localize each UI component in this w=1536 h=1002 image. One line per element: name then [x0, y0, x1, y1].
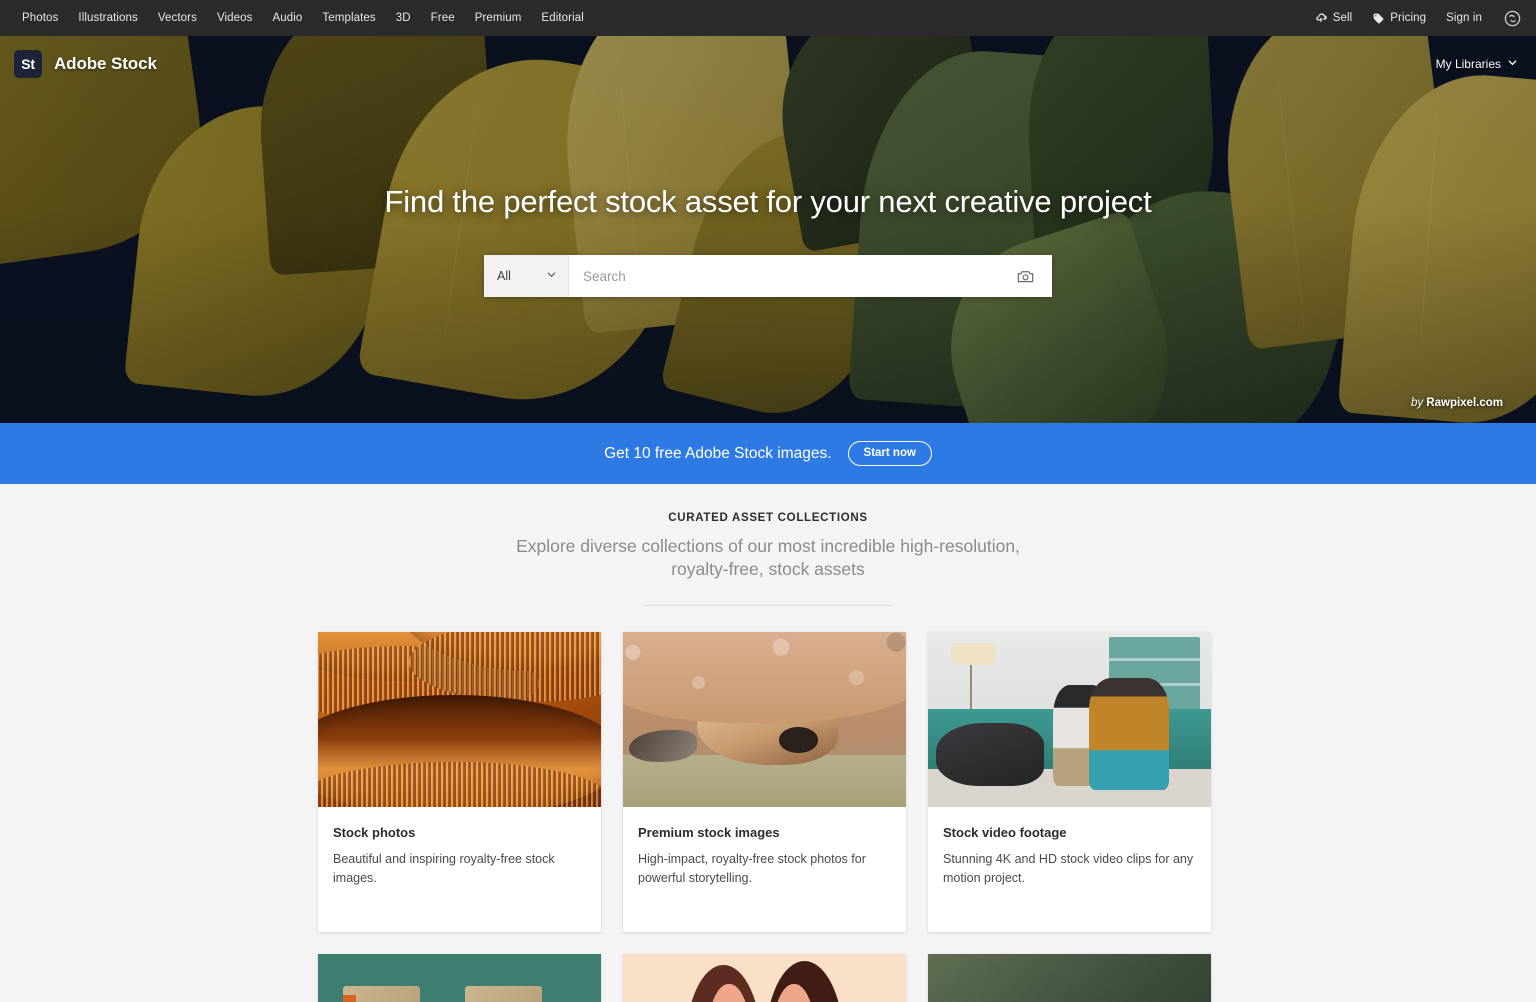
- card-body: Stock photos Beautiful and inspiring roy…: [318, 807, 601, 932]
- card-description: Beautiful and inspiring royalty-free sto…: [333, 852, 555, 885]
- search-field-wrapper: [569, 255, 1052, 297]
- nav-link-audio[interactable]: Audio: [263, 0, 313, 36]
- section-subtitle: Explore diverse collections of our most …: [516, 536, 1020, 580]
- collection-card-grid: Stock photos Beautiful and inspiring roy…: [318, 632, 1218, 1002]
- card-image-mushrooms: [318, 632, 601, 808]
- collection-card-illustration[interactable]: [623, 954, 906, 1002]
- section-divider: [644, 605, 892, 607]
- search-category-value: All: [497, 269, 511, 283]
- promo-banner: Get 10 free Adobe Stock images. Start no…: [0, 423, 1536, 484]
- pricing-link[interactable]: Pricing: [1362, 0, 1436, 36]
- chevron-down-icon: [546, 269, 557, 283]
- attribution-name: Rawpixel.com: [1426, 397, 1503, 409]
- card-body: Stock video footage Stunning 4K and HD s…: [928, 807, 1211, 932]
- page-title: Find the perfect stock asset for your ne…: [384, 184, 1152, 219]
- nav-link-illustrations[interactable]: Illustrations: [68, 0, 147, 36]
- search-category-select[interactable]: All: [484, 255, 569, 297]
- my-libraries-label: My Libraries: [1435, 57, 1501, 71]
- curated-collections-section: CURATED ASSET COLLECTIONS Explore divers…: [0, 484, 1536, 1002]
- sell-label: Sell: [1332, 12, 1353, 24]
- collection-card-video-footage[interactable]: Stock video footage Stunning 4K and HD s…: [928, 632, 1211, 933]
- adobe-stock-logo-icon: St: [14, 50, 42, 78]
- search-input[interactable]: [583, 268, 1010, 284]
- nav-link-videos[interactable]: Videos: [207, 0, 263, 36]
- hero-content: Find the perfect stock asset for your ne…: [0, 184, 1536, 297]
- nav-link-vectors[interactable]: Vectors: [148, 0, 207, 36]
- top-navigation-bar: Photos Illustrations Vectors Videos Audi…: [0, 0, 1536, 36]
- attribution-prefix: by: [1410, 397, 1424, 409]
- promo-text: Get 10 free Adobe Stock images.: [604, 444, 832, 462]
- image-attribution: by Rawpixel.com: [1411, 397, 1503, 409]
- card-image-people-illustration: [623, 954, 906, 1002]
- top-nav-links: Photos Illustrations Vectors Videos Audi…: [12, 0, 594, 36]
- sell-link[interactable]: Sell: [1305, 0, 1363, 36]
- camera-search-icon[interactable]: [1010, 261, 1040, 291]
- card-title: Stock video footage: [943, 825, 1067, 841]
- creative-cloud-icon[interactable]: [1502, 8, 1522, 28]
- search-bar: All: [484, 255, 1052, 297]
- adobe-stock-brand[interactable]: St Adobe Stock: [14, 50, 157, 78]
- card-description: High-impact, royalty-free stock photos f…: [638, 852, 866, 885]
- nav-link-photos[interactable]: Photos: [12, 0, 68, 36]
- pricing-label: Pricing: [1390, 12, 1427, 24]
- collection-card-stock-photos[interactable]: Stock photos Beautiful and inspiring roy…: [318, 632, 601, 933]
- card-image-framed-art: [318, 954, 601, 1002]
- card-image-chameleon: [928, 954, 1211, 1002]
- sign-in-link[interactable]: Sign in: [1436, 0, 1492, 36]
- collection-card-frames[interactable]: [318, 954, 601, 1002]
- card-body: Premium stock images High-impact, royalt…: [623, 807, 906, 932]
- nav-link-editorial[interactable]: Editorial: [531, 0, 593, 36]
- nav-link-premium[interactable]: Premium: [465, 0, 532, 36]
- nav-link-templates[interactable]: Templates: [312, 0, 385, 36]
- brand-title: Adobe Stock: [54, 54, 157, 73]
- card-title: Premium stock images: [638, 825, 780, 841]
- nav-link-free[interactable]: Free: [421, 0, 465, 36]
- hero-section: St Adobe Stock My Libraries Find the per…: [0, 36, 1536, 423]
- chevron-down-icon: [1507, 57, 1518, 71]
- card-description: Stunning 4K and HD stock video clips for…: [943, 852, 1194, 885]
- top-nav-account-links: Sell Pricing Sign in: [1305, 0, 1522, 36]
- price-tag-icon: [1372, 12, 1385, 25]
- my-libraries-menu[interactable]: My Libraries: [1436, 57, 1518, 71]
- collection-card-premium-images[interactable]: Premium stock images High-impact, royalt…: [623, 632, 906, 933]
- section-eyebrow: CURATED ASSET COLLECTIONS: [668, 512, 868, 524]
- cloud-upload-icon: [1315, 12, 1328, 25]
- hero-top-bar: St Adobe Stock My Libraries: [0, 36, 1536, 92]
- collection-card-lizard[interactable]: [928, 954, 1211, 1002]
- nav-link-3d[interactable]: 3D: [386, 0, 421, 36]
- card-image-sleeping-dog: [623, 632, 906, 808]
- card-title: Stock photos: [333, 825, 416, 841]
- start-now-button[interactable]: Start now: [847, 441, 932, 466]
- card-image-living-room: [928, 632, 1211, 808]
